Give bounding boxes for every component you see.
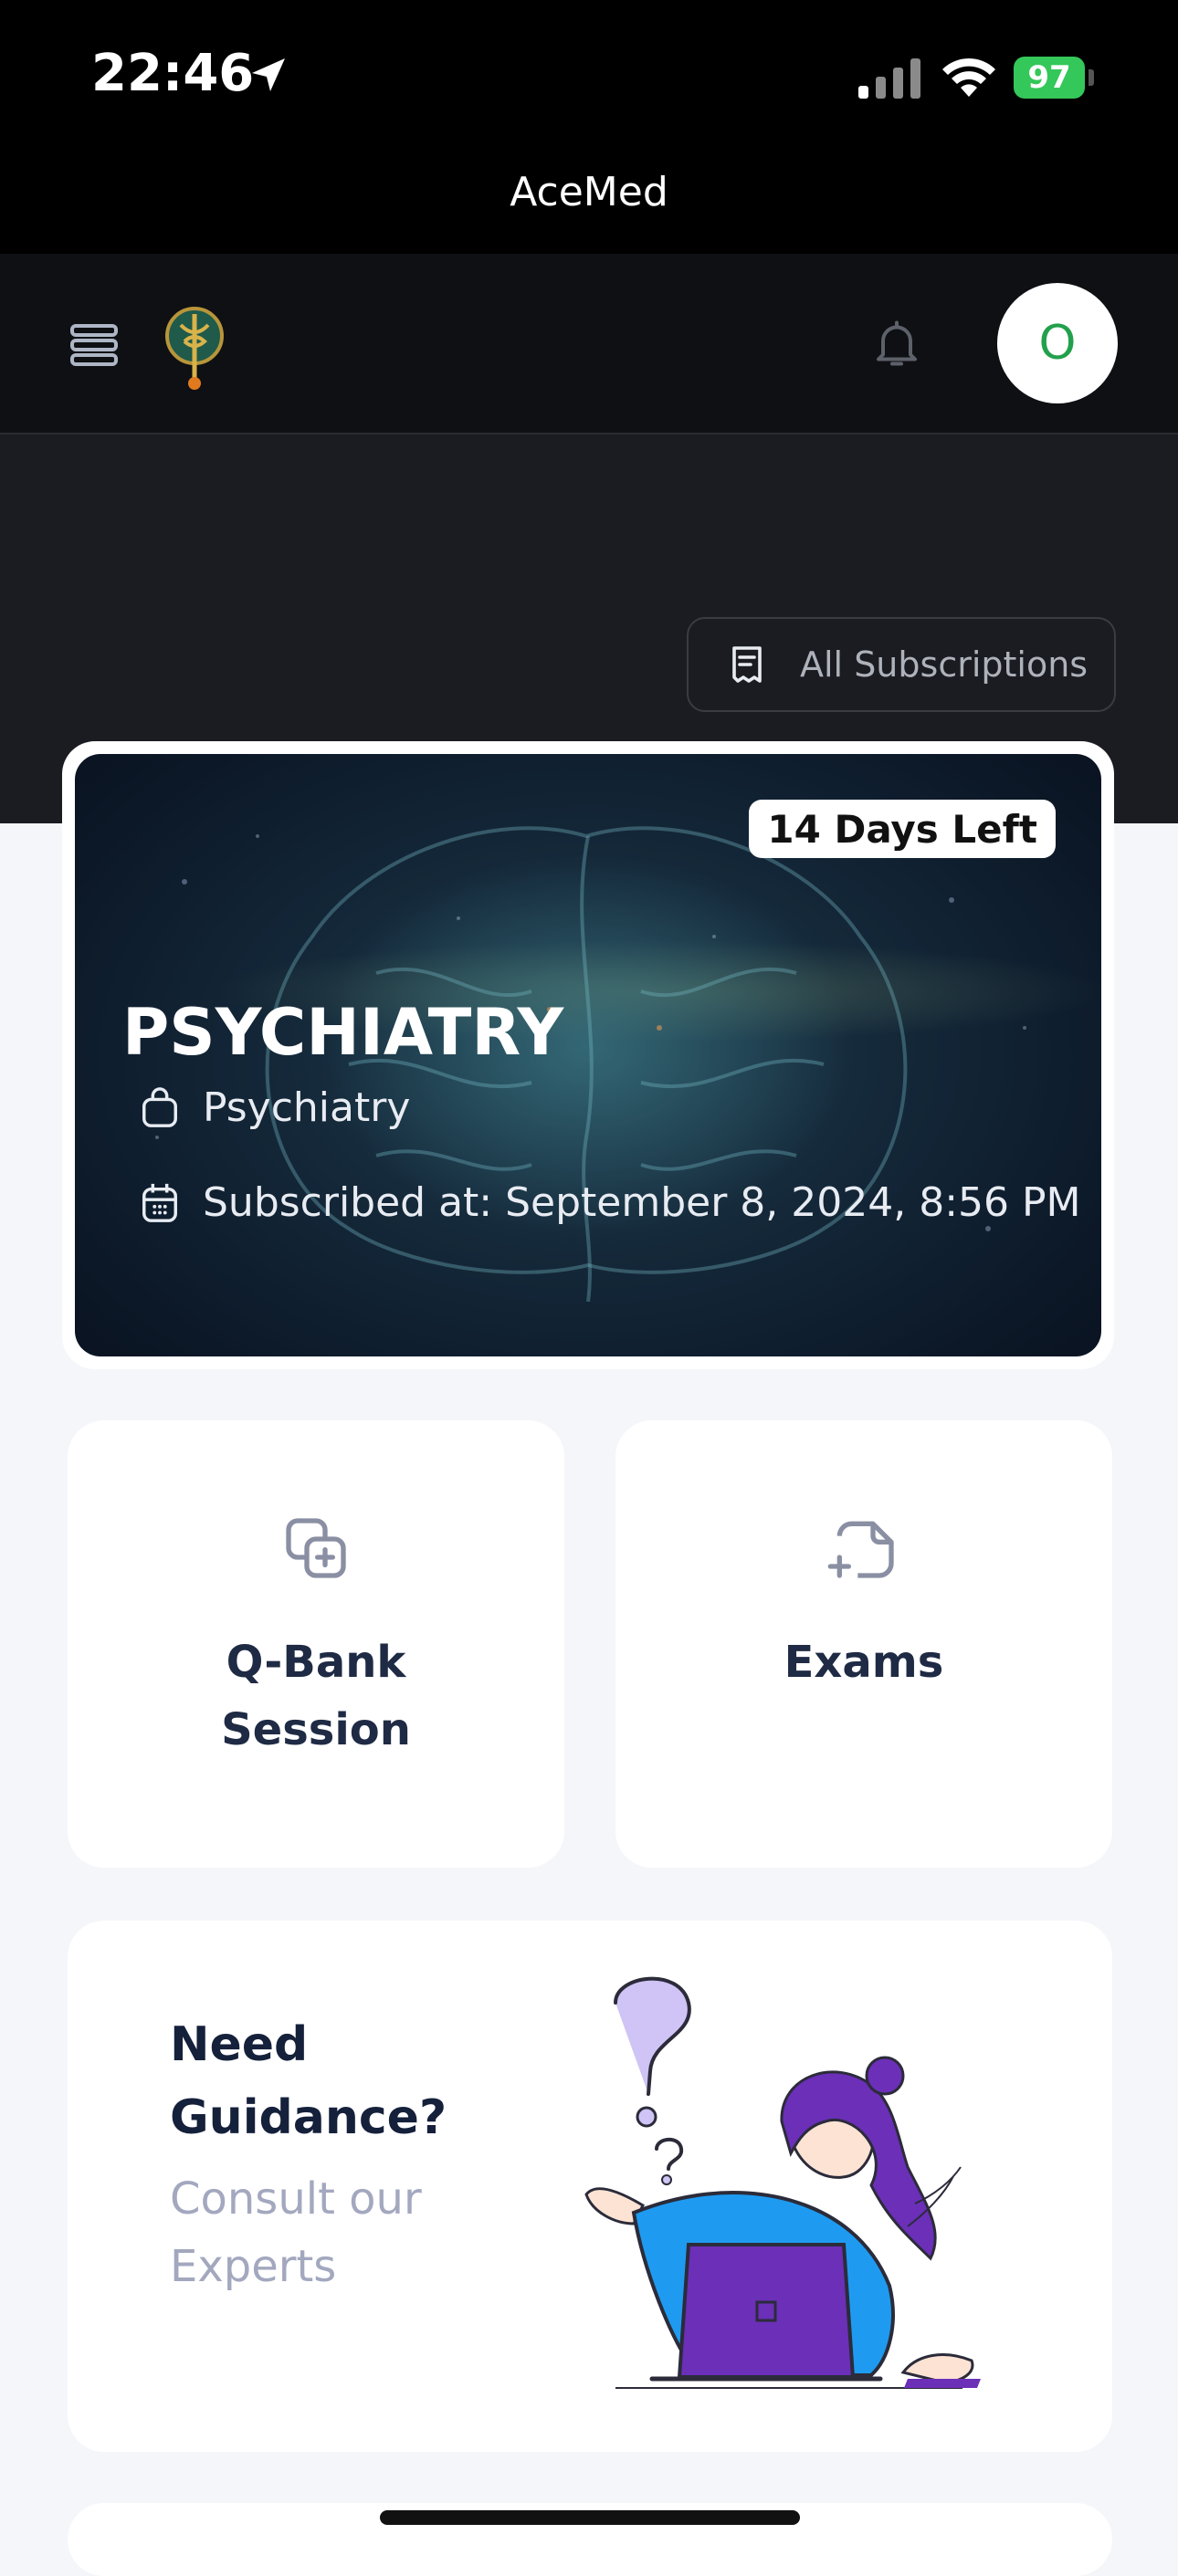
all-subscriptions-label: All Subscriptions	[800, 644, 1089, 685]
caduceus-logo-icon[interactable]	[163, 305, 226, 393]
exams-tile[interactable]: Exams	[615, 1420, 1112, 1868]
battery-level: 97	[1014, 57, 1085, 99]
status-bar: 22:46 97	[0, 0, 1178, 155]
guidance-card[interactable]: Need Guidance? Consult our Experts	[68, 1921, 1112, 2452]
course-card-image: 14 Days Left PSYCHIATRY Psychiatry Subsc…	[75, 754, 1101, 1356]
bell-icon[interactable]	[869, 316, 924, 371]
qbank-session-label: Q-Bank Session	[68, 1628, 564, 1764]
all-subscriptions-button[interactable]: All Subscriptions	[687, 617, 1116, 712]
receipt-icon	[732, 646, 762, 683]
avatar[interactable]: O	[997, 283, 1118, 403]
qbank-label-line1: Q-Bank	[226, 1637, 406, 1688]
course-card[interactable]: 14 Days Left PSYCHIATRY Psychiatry Subsc…	[62, 741, 1114, 1369]
status-time: 22:46	[91, 44, 255, 103]
qbank-session-tile[interactable]: Q-Bank Session	[68, 1420, 564, 1868]
battery-cap	[1089, 69, 1094, 86]
subscribed-at-row: Subscribed at: September 8, 2024, 8:56 P…	[139, 1179, 1081, 1226]
guidance-subtitle: Consult our Experts	[170, 2173, 422, 2292]
qbank-label-line2: Session	[221, 1704, 411, 1755]
calendar-icon	[142, 1183, 177, 1222]
file-plus-icon	[827, 1521, 894, 1578]
location-arrow-icon	[252, 58, 285, 91]
menu-stack-icon[interactable]	[69, 323, 119, 367]
bag-icon	[142, 1086, 177, 1127]
app-title: AceMed	[510, 169, 668, 215]
consultant-illustration	[584, 1976, 981, 2389]
course-category-row: Psychiatry	[139, 1084, 410, 1131]
course-title: PSYCHIATRY	[122, 995, 564, 1070]
battery-indicator: 97	[1014, 57, 1094, 99]
guidance-title: Need Guidance?	[170, 2017, 447, 2145]
app-header: O	[0, 254, 1178, 435]
exams-label: Exams	[784, 1637, 944, 1688]
cellular-signal-icon	[858, 58, 920, 99]
copy-plus-icon	[286, 1518, 346, 1578]
home-indicator	[380, 2510, 800, 2525]
days-left-badge: 14 Days Left	[749, 800, 1056, 858]
course-category: Psychiatry	[203, 1084, 411, 1131]
wifi-icon	[942, 58, 995, 97]
subscribed-at: Subscribed at: September 8, 2024, 8:56 P…	[203, 1179, 1081, 1226]
